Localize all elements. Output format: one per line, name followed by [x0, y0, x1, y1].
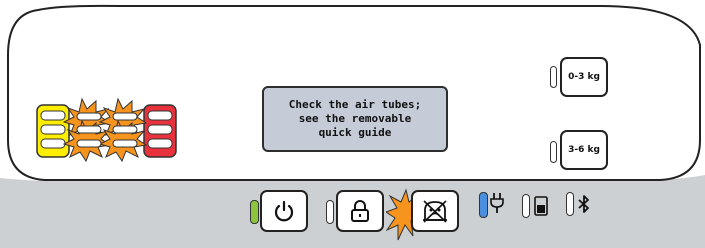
load-3-6kg-label: 3-6 kg — [568, 145, 600, 155]
lcd-message: Check the air tubes; see the removable q… — [288, 98, 422, 139]
level-column-red — [143, 104, 177, 158]
lcd-display: Check the air tubes; see the removable q… — [262, 86, 448, 152]
power-led — [250, 200, 259, 224]
bluetooth-icon — [578, 195, 589, 213]
plug-icon — [490, 193, 504, 213]
control-panel: Check the air tubes; see the removable q… — [0, 0, 705, 248]
lock-icon — [351, 200, 369, 222]
level-indicator — [36, 97, 177, 163]
pump-alarm-button[interactable] — [411, 190, 459, 232]
load-3-6kg-button[interactable]: 3-6 kg — [560, 130, 608, 170]
plug-led — [479, 192, 488, 218]
battery-icon — [534, 196, 548, 216]
load-led-3-6 — [550, 141, 557, 163]
power-button[interactable] — [260, 190, 308, 232]
bluetooth-led — [566, 192, 574, 216]
battery-led — [522, 194, 530, 218]
load-0-3kg-label: 0-3 kg — [568, 72, 600, 82]
load-led-0-3 — [550, 66, 557, 88]
power-icon — [274, 200, 294, 222]
level-column-yellow — [36, 104, 70, 158]
lock-button[interactable] — [336, 190, 384, 232]
pump-alarm-icon — [423, 200, 447, 223]
lock-led — [326, 200, 334, 224]
load-0-3kg-button[interactable]: 0-3 kg — [560, 57, 608, 97]
